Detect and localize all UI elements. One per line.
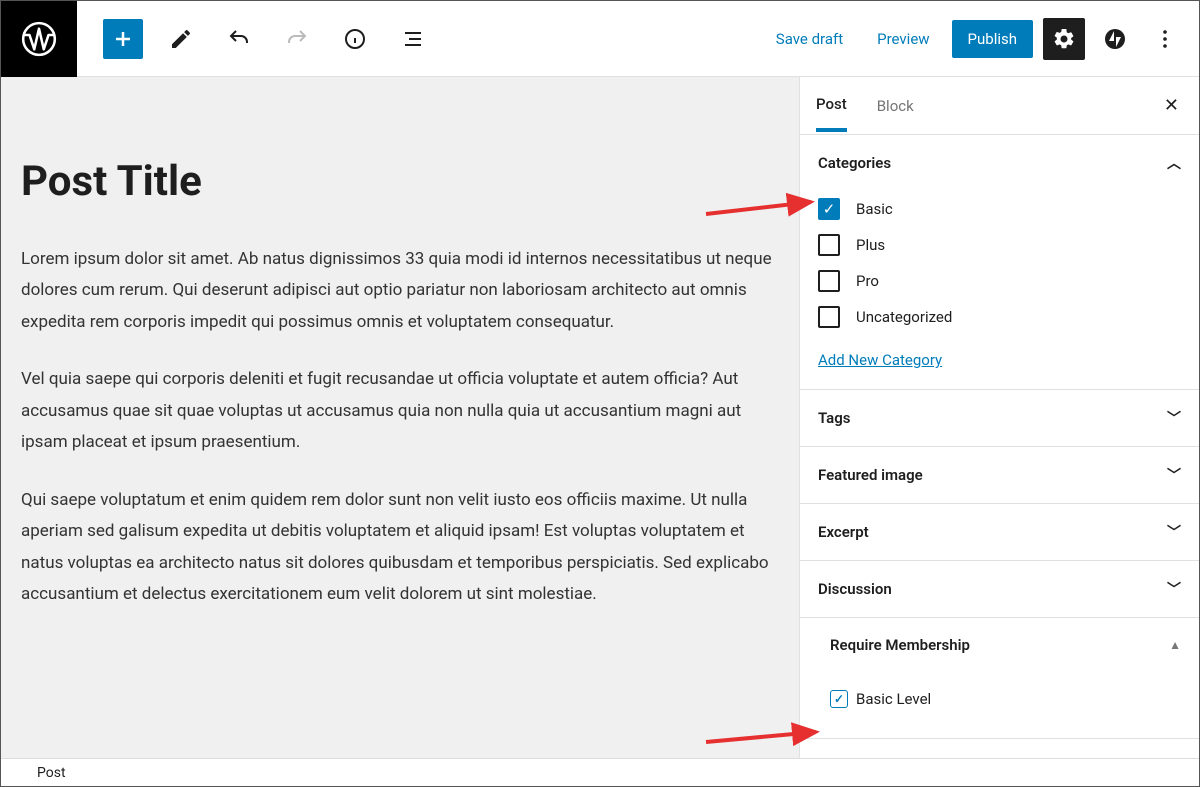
checkbox[interactable] <box>818 306 840 328</box>
sidebar-tabs: Post Block ✕ <box>800 77 1199 135</box>
checkbox[interactable] <box>818 234 840 256</box>
panel-title: Categories <box>818 154 891 172</box>
close-sidebar-icon[interactable]: ✕ <box>1160 91 1183 120</box>
panel-categories-header[interactable]: Categories ︿ <box>800 135 1199 191</box>
save-draft-button[interactable]: Save draft <box>764 22 855 56</box>
chevron-down-icon: ﹀ <box>1167 465 1181 485</box>
category-item[interactable]: ✓ Basic <box>818 191 1181 227</box>
panel-tags-header[interactable]: Tags ﹀ <box>800 390 1199 446</box>
category-item[interactable]: Pro <box>818 263 1181 299</box>
undo-icon[interactable] <box>219 19 259 59</box>
panel-require-membership: Require Membership ▲ ✓ Basic Level <box>800 618 1199 739</box>
panel-title: Require Membership <box>830 636 970 654</box>
panel-title: Excerpt <box>818 523 869 541</box>
checkbox-checked[interactable]: ✓ <box>818 198 840 220</box>
editor-toolbar: Save draft Preview Publish <box>1 1 1199 77</box>
panel-title: Discussion <box>818 580 892 598</box>
category-label: Uncategorized <box>856 308 952 326</box>
panel-discussion: Discussion ﹀ <box>800 561 1199 618</box>
paragraph[interactable]: Lorem ipsum dolor sit amet. Ab natus dig… <box>21 244 779 338</box>
chevron-down-icon: ﹀ <box>1167 408 1181 428</box>
post-body[interactable]: Lorem ipsum dolor sit amet. Ab natus dig… <box>21 244 779 610</box>
membership-checkbox-checked[interactable]: ✓ <box>830 690 848 708</box>
chevron-down-icon: ﹀ <box>1167 522 1181 542</box>
editor-breadcrumb: Post <box>1 758 1199 786</box>
preview-button[interactable]: Preview <box>865 22 941 56</box>
chevron-up-icon: ︿ <box>1167 153 1181 173</box>
wp-logo[interactable] <box>1 1 77 77</box>
panel-featured-image-header[interactable]: Featured image ﹀ <box>800 447 1199 503</box>
category-item[interactable]: Uncategorized <box>818 299 1181 335</box>
category-label: Pro <box>856 272 879 290</box>
panel-excerpt: Excerpt ﹀ <box>800 504 1199 561</box>
editor-canvas[interactable]: Post Title Lorem ipsum dolor sit amet. A… <box>1 77 799 758</box>
panel-require-membership-header[interactable]: Require Membership ▲ <box>800 618 1199 672</box>
paragraph[interactable]: Qui saepe voluptatum et enim quidem rem … <box>21 485 779 611</box>
paragraph[interactable]: Vel quia saepe qui corporis deleniti et … <box>21 364 779 458</box>
panel-discussion-header[interactable]: Discussion ﹀ <box>800 561 1199 617</box>
panel-categories: Categories ︿ ✓ Basic Plus Pro <box>800 135 1199 390</box>
category-item[interactable]: Plus <box>818 227 1181 263</box>
panel-featured-image: Featured image ﹀ <box>800 447 1199 504</box>
chevron-down-icon: ﹀ <box>1167 579 1181 599</box>
category-label: Plus <box>856 236 885 254</box>
add-block-button[interactable] <box>103 19 143 59</box>
triangle-up-icon: ▲ <box>1169 638 1181 652</box>
publish-button[interactable]: Publish <box>952 20 1033 58</box>
tab-block[interactable]: Block <box>877 81 914 131</box>
breadcrumb-item[interactable]: Post <box>37 765 66 781</box>
edit-icon[interactable] <box>161 19 201 59</box>
info-icon[interactable] <box>335 19 375 59</box>
settings-button[interactable] <box>1043 18 1085 60</box>
checkbox[interactable] <box>818 270 840 292</box>
jetpack-icon[interactable] <box>1095 19 1135 59</box>
tab-post[interactable]: Post <box>816 79 847 132</box>
outline-icon[interactable] <box>393 19 433 59</box>
panel-title: Tags <box>818 409 851 427</box>
panel-tags: Tags ﹀ <box>800 390 1199 447</box>
more-menu-icon[interactable] <box>1145 19 1185 59</box>
add-category-link[interactable]: Add New Category <box>818 351 1181 369</box>
redo-icon <box>277 19 317 59</box>
category-label: Basic <box>856 200 893 218</box>
membership-label: Basic Level <box>856 690 931 708</box>
settings-sidebar: Post Block ✕ Categories ︿ ✓ Basic <box>799 77 1199 758</box>
post-title[interactable]: Post Title <box>21 157 779 206</box>
panel-excerpt-header[interactable]: Excerpt ﹀ <box>800 504 1199 560</box>
panel-title: Featured image <box>818 466 923 484</box>
